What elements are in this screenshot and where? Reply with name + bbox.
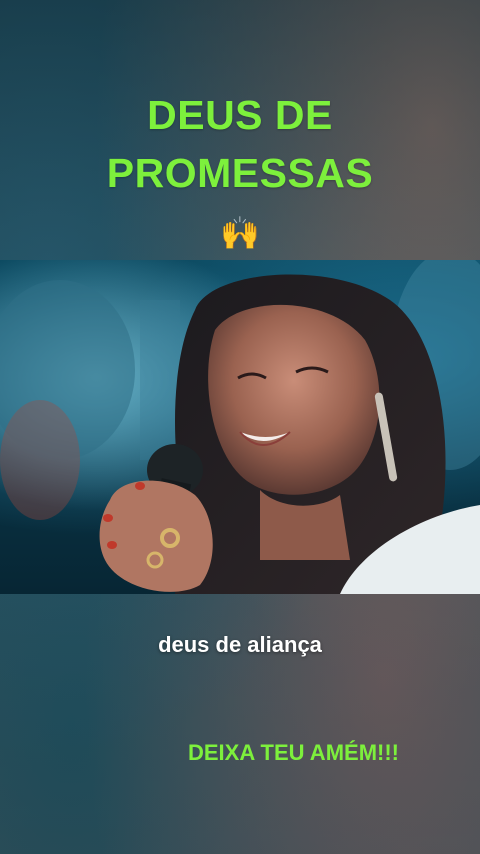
video-player[interactable]	[0, 260, 480, 594]
title-line-2: PROMESSAS	[106, 150, 374, 196]
overlay-title: DEUS DE PROMESSAS	[0, 86, 480, 202]
raising-hands-icon: 🙌	[220, 214, 260, 252]
lyrics-subtitle: deus de aliança	[158, 632, 322, 657]
call-to-action: DEIXA TEU AMÉM!!!	[187, 740, 400, 765]
story-screen: DEUS DE PROMESSAS 🙌 deus de aliança DEIX…	[0, 0, 480, 854]
singer-video-frame	[0, 260, 480, 594]
title-line-1: DEUS DE	[147, 92, 333, 138]
